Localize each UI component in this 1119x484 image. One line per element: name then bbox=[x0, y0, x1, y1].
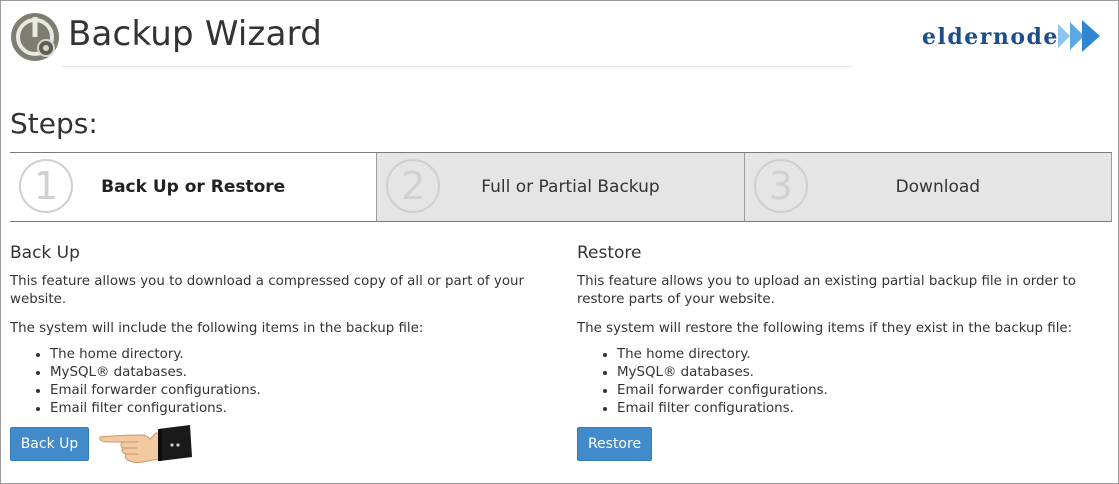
list-item: The home directory. bbox=[50, 346, 545, 364]
restore-panel: Restore This feature allows you to uploa… bbox=[577, 240, 1112, 418]
steps-bar: 1 Back Up or Restore 2 Full or Partial B… bbox=[10, 152, 1112, 222]
restore-button[interactable]: Restore bbox=[577, 427, 652, 461]
step-full-or-partial-backup[interactable]: 2 Full or Partial Backup bbox=[376, 153, 744, 221]
backup-items-list: The home directory. MySQL® databases. Em… bbox=[10, 346, 545, 418]
pointing-hand-icon bbox=[99, 425, 192, 463]
list-item: MySQL® databases. bbox=[617, 364, 1112, 382]
back-up-button[interactable]: Back Up bbox=[10, 427, 89, 461]
list-item: Email filter configurations. bbox=[50, 400, 545, 418]
restore-items-list: The home directory. MySQL® databases. Em… bbox=[577, 346, 1112, 418]
brand-text: eldernode bbox=[922, 24, 1059, 50]
restore-description: This feature allows you to upload an exi… bbox=[577, 274, 1076, 307]
list-item: The home directory. bbox=[617, 346, 1112, 364]
step-back-up-or-restore[interactable]: 1 Back Up or Restore bbox=[10, 153, 377, 221]
arrows-icon bbox=[1058, 20, 1100, 52]
step-label: Download bbox=[895, 177, 981, 197]
list-item: Email filter configurations. bbox=[617, 400, 1112, 418]
backup-subheading: The system will include the following it… bbox=[10, 321, 424, 336]
backup-title: Back Up bbox=[10, 243, 80, 263]
header: Backup Wizard eldernode bbox=[0, 0, 1117, 70]
list-item: Email forwarder configurations. bbox=[617, 382, 1112, 400]
step-label: Back Up or Restore bbox=[101, 177, 286, 197]
restore-title: Restore bbox=[577, 243, 642, 263]
restore-subheading: The system will restore the following it… bbox=[577, 321, 1073, 336]
step-label: Full or Partial Backup bbox=[481, 177, 660, 197]
steps-heading: Steps: bbox=[10, 107, 98, 140]
brand-logo: eldernode bbox=[922, 18, 1102, 58]
backup-panel: Back Up This feature allows you to downl… bbox=[10, 240, 545, 418]
backup-description: This feature allows you to download a co… bbox=[10, 274, 525, 307]
list-item: MySQL® databases. bbox=[50, 364, 545, 382]
backup-wizard-icon bbox=[11, 13, 59, 61]
step-download[interactable]: 3 Download bbox=[743, 153, 1112, 221]
page-title: Backup Wizard bbox=[68, 14, 322, 54]
header-divider bbox=[62, 66, 852, 67]
list-item: Email forwarder configurations. bbox=[50, 382, 545, 400]
